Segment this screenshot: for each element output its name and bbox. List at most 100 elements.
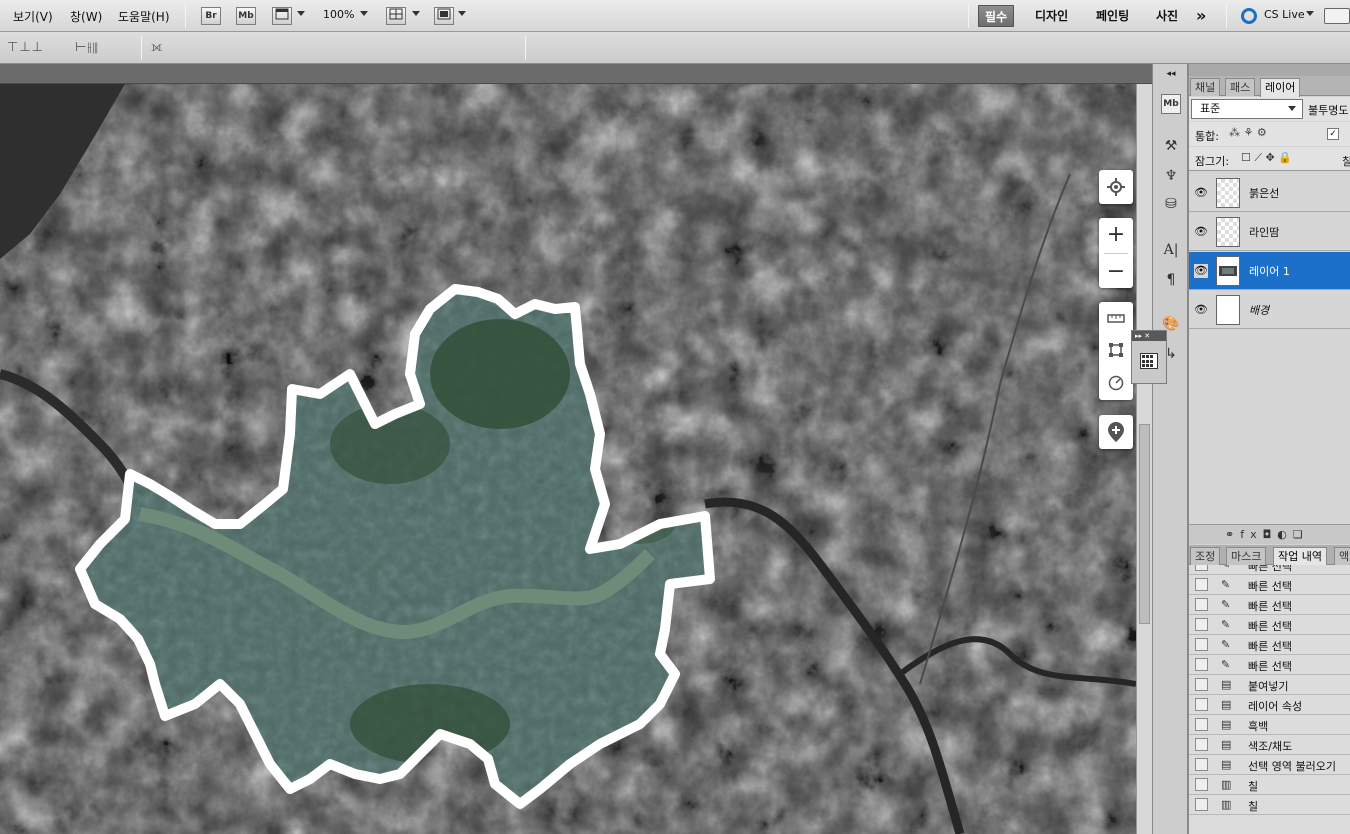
history-item[interactable]: ▤ 색조/채도 (1189, 735, 1350, 755)
eye-icon[interactable]: 👁 (1194, 186, 1208, 200)
add-place-button[interactable] (1099, 415, 1133, 449)
snapshot-checkbox[interactable] (1195, 565, 1208, 571)
menu-view[interactable]: 보기(V) (13, 8, 53, 25)
distribute-icons[interactable]: ⊢⫲⫴ (75, 40, 99, 55)
flyout-header[interactable]: ▸▸ ✕ (1132, 331, 1166, 341)
layer-row[interactable]: 👁 배경 (1189, 291, 1350, 329)
cs-live-menu[interactable]: CS Live (1264, 8, 1305, 21)
history-item[interactable]: ▥ 칠 (1189, 795, 1350, 815)
history-item[interactable]: ✎ 빠른 선택 (1189, 565, 1350, 575)
auto-align-icon[interactable]: ⟗ (151, 40, 163, 55)
lock-icons[interactable]: ☐ ⟋ ✥ 🔒 (1241, 151, 1292, 165)
radius-icon[interactable] (1108, 375, 1124, 391)
lock-row: 잠그기: ☐ ⟋ ✥ 🔒 칠 (1189, 147, 1350, 171)
tab-paths[interactable]: 패스 (1225, 78, 1256, 96)
snapshot-checkbox[interactable] (1195, 778, 1208, 791)
snapshot-checkbox[interactable] (1195, 758, 1208, 771)
bridge-button[interactable]: Br (201, 7, 221, 25)
history-item[interactable]: ▥ 칠 (1189, 775, 1350, 795)
history-item[interactable]: ✎ 빠른 선택 (1189, 655, 1350, 675)
history-item[interactable]: ✎ 빠른 선택 (1189, 635, 1350, 655)
history-item[interactable]: ✎ 빠른 선택 (1189, 615, 1350, 635)
document-canvas[interactable]: + − (0, 84, 1136, 834)
tab-actions[interactable]: 액 (1334, 547, 1350, 565)
tab-history[interactable]: 작업 내역 (1273, 547, 1327, 566)
workspace-photography[interactable]: 사진 (1156, 5, 1178, 27)
zoom-level[interactable]: 100% (323, 8, 354, 21)
tool-preset-icon[interactable]: ⛁ (1161, 194, 1181, 214)
chevron-down-icon[interactable] (412, 11, 420, 16)
snapshot-checkbox[interactable] (1195, 718, 1208, 731)
screen-mode-button[interactable] (434, 7, 454, 25)
layer-name[interactable]: 라인땀 (1249, 224, 1279, 240)
brush-preset-icon[interactable]: ⚒ (1161, 136, 1181, 156)
workspace-design[interactable]: 디자인 (1035, 5, 1068, 27)
chevron-down-icon[interactable] (297, 11, 305, 16)
mini-bridge-button[interactable]: Mb (236, 7, 256, 25)
chevron-down-icon[interactable] (360, 11, 368, 16)
clone-source-icon[interactable]: ♆ (1161, 166, 1181, 186)
workspace-overflow-button[interactable]: » (1196, 5, 1206, 27)
layer-name[interactable]: 배경 (1249, 302, 1269, 318)
snapshot-checkbox[interactable] (1195, 598, 1208, 611)
right-panels: 채널 패스 레이어 표준 불투명도 통합: ⁂ ⚘ ⚙ ✓ 잠그기: ☐ ⟋ ✥… (1188, 64, 1350, 834)
layer-row[interactable]: 👁 라인땀 (1189, 213, 1350, 251)
history-item[interactable]: ✎ 빠른 선택 (1189, 575, 1350, 595)
character-panel-icon[interactable]: A| (1161, 240, 1181, 260)
history-item[interactable]: ▤ 선택 영역 불러오기 (1189, 755, 1350, 775)
crosshair-icon (1107, 178, 1125, 196)
history-label: 빠른 선택 (1248, 565, 1292, 573)
chevron-down-icon[interactable] (458, 11, 466, 16)
layers-list-empty (1189, 330, 1350, 524)
snapshot-checkbox[interactable] (1195, 618, 1208, 631)
blend-mode-select[interactable]: 표준 (1191, 99, 1303, 119)
history-item[interactable]: ▤ 레이어 속성 (1189, 695, 1350, 715)
eye-icon[interactable]: 👁 (1194, 225, 1208, 239)
mini-bridge-panel-icon[interactable]: Mb (1161, 94, 1181, 114)
layer-row[interactable]: 👁 붉은선 (1189, 174, 1350, 212)
tab-masks[interactable]: 마스크 (1226, 547, 1267, 565)
scrollbar-thumb[interactable] (1139, 424, 1150, 624)
menu-window[interactable]: 창(W) (70, 8, 102, 25)
arrange-documents-button[interactable] (386, 7, 406, 25)
panel-grip[interactable] (1189, 64, 1350, 76)
tab-adjustments[interactable]: 조정 (1190, 547, 1221, 565)
minimize-button[interactable] (1324, 8, 1350, 24)
snapshot-checkbox[interactable] (1195, 578, 1208, 591)
layer-action-icons[interactable]: ⚭fx◘◐❏ (1225, 528, 1309, 541)
ruler-icon[interactable] (1107, 311, 1125, 325)
snapshot-checkbox[interactable] (1195, 638, 1208, 651)
paragraph-panel-icon[interactable]: ¶ (1161, 270, 1181, 290)
snapshot-checkbox[interactable] (1195, 738, 1208, 751)
locate-button[interactable] (1099, 170, 1133, 204)
unify-icons[interactable]: ⁂ ⚘ ⚙ (1229, 126, 1267, 139)
zoom-out-button[interactable]: − (1107, 257, 1125, 287)
tab-layers[interactable]: 레이어 (1260, 78, 1301, 97)
eye-icon[interactable]: 👁 (1194, 303, 1208, 317)
eye-icon[interactable]: 👁 (1194, 264, 1208, 278)
workspace-essentials[interactable]: 필수 (978, 5, 1015, 27)
menu-help[interactable]: 도움말(H) (118, 8, 170, 25)
layer-row-selected[interactable]: 👁 레이어 1 (1189, 252, 1350, 290)
layer-name[interactable]: 붉은선 (1249, 185, 1279, 201)
swatches-icon[interactable] (1140, 353, 1158, 372)
history-item[interactable]: ▤ 붙여넣기 (1189, 675, 1350, 695)
chevron-down-icon[interactable] (1288, 106, 1296, 111)
history-item[interactable]: ✎ 빠른 선택 (1189, 595, 1350, 615)
collapse-dock-icon[interactable]: ◂◂ (1161, 64, 1181, 84)
vertical-scrollbar[interactable] (1136, 84, 1152, 834)
workspace-painting[interactable]: 페인팅 (1096, 5, 1129, 27)
history-item[interactable]: ▤ 흑백 (1189, 715, 1350, 735)
area-measure-icon[interactable] (1108, 342, 1124, 358)
chevron-down-icon[interactable] (1306, 11, 1314, 16)
zoom-in-button[interactable]: + (1107, 220, 1125, 250)
extras-button[interactable] (272, 7, 292, 25)
tab-channels[interactable]: 채널 (1190, 78, 1221, 96)
snapshot-checkbox[interactable] (1195, 698, 1208, 711)
snapshot-checkbox[interactable] (1195, 658, 1208, 671)
snapshot-checkbox[interactable] (1195, 678, 1208, 691)
layer-name[interactable]: 레이어 1 (1249, 263, 1290, 279)
snapshot-checkbox[interactable] (1195, 798, 1208, 811)
align-top-icons[interactable]: ⊤⊥⊥ (7, 40, 44, 55)
propagate-checkbox[interactable]: ✓ (1327, 128, 1339, 140)
